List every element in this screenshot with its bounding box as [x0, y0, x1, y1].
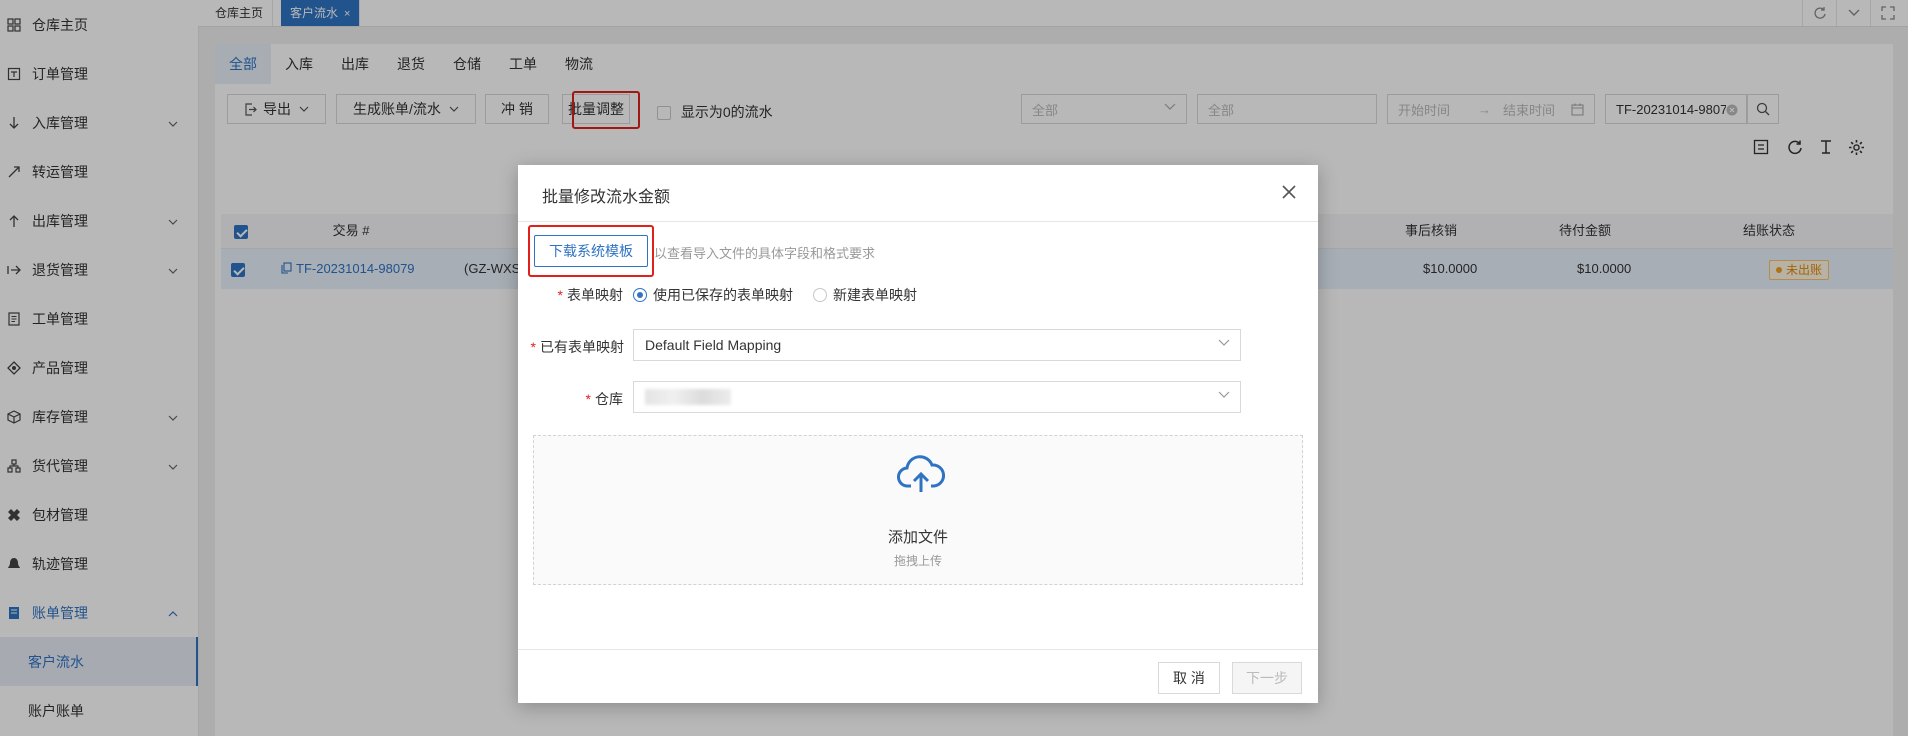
cloud-upload-icon [897, 455, 945, 492]
radio-new-mapping[interactable]: 新建表单映射 [813, 285, 917, 305]
radio-saved-mapping[interactable]: 使用已保存的表单映射 [633, 285, 793, 305]
existing-mapping-select[interactable]: Default Field Mapping [633, 329, 1241, 361]
radio-saved[interactable] [633, 288, 647, 302]
radio-new[interactable] [813, 288, 827, 302]
warehouse-select[interactable] [633, 381, 1241, 413]
cancel-button[interactable]: 取 消 [1158, 662, 1220, 694]
batch-modify-dialog: 批量修改流水金额 下载系统模板 以查看导入文件的具体字段和格式要求 * 表单映射 … [518, 165, 1318, 703]
next-button[interactable]: 下一步 [1232, 662, 1302, 694]
radio-saved-label: 使用已保存的表单映射 [653, 287, 793, 303]
dialog-footer: 取 消 下一步 [518, 649, 1318, 704]
dialog-title: 批量修改流水金额 [542, 189, 671, 206]
upload-subtitle: 拖拽上传 [893, 554, 942, 568]
template-hint: 以查看导入文件的具体字段和格式要求 [654, 246, 876, 261]
chevron-down-icon [1218, 391, 1230, 398]
warehouse-value-blurred [645, 389, 731, 405]
existing-mapping-label: * 已有表单映射 [530, 339, 624, 355]
radio-new-label: 新建表单映射 [833, 287, 917, 303]
upload-title: 添加文件 [887, 529, 948, 546]
chevron-down-icon [1218, 339, 1230, 346]
close-icon[interactable] [1280, 183, 1298, 201]
form-mapping-label: * 表单映射 [557, 287, 623, 303]
warehouse-label: * 仓库 [585, 391, 623, 407]
dialog-header: 批量修改流水金额 [518, 165, 1318, 222]
file-upload-dropzone[interactable]: 添加文件 拖拽上传 [533, 435, 1303, 585]
highlight-box [528, 225, 654, 277]
existing-mapping-value: Default Field Mapping [645, 337, 782, 353]
